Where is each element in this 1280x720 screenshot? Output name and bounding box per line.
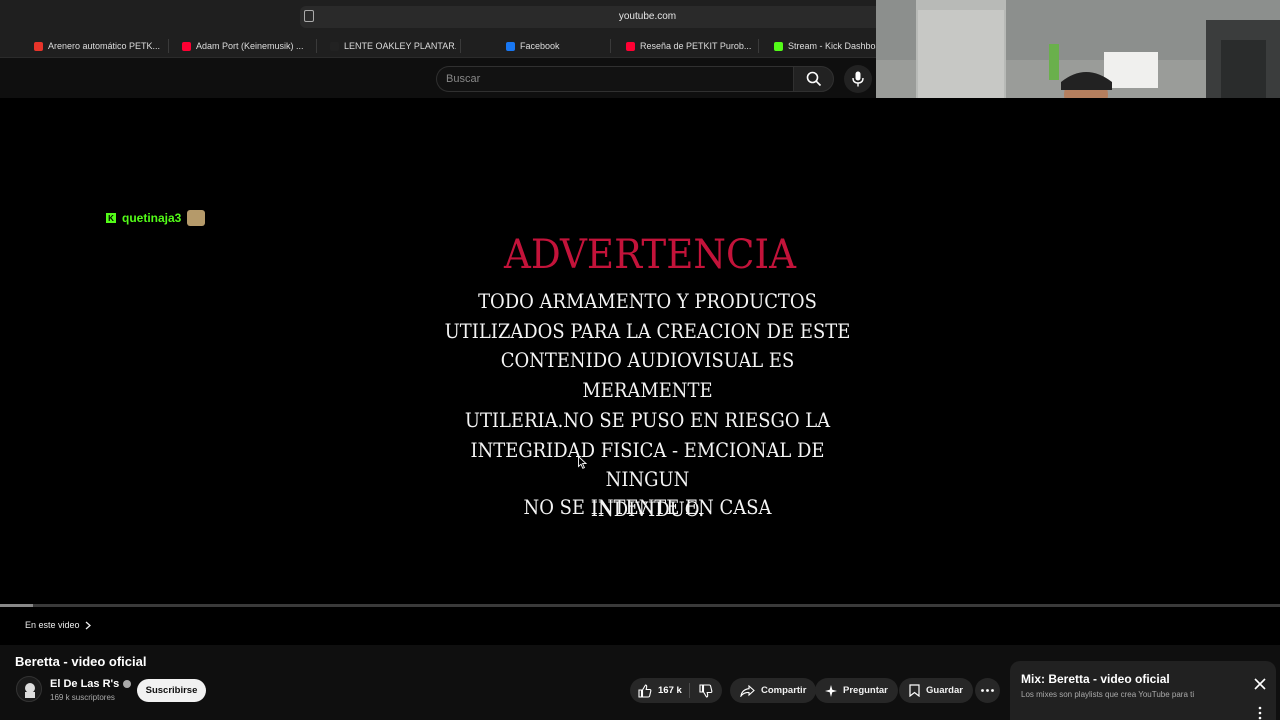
channel-name: El De Las R's bbox=[50, 678, 120, 690]
more-vertical-icon[interactable] bbox=[1256, 706, 1264, 720]
share-label: Compartir bbox=[761, 685, 807, 696]
bookmark-label: Adam Port (Keinemusik) ... bbox=[196, 41, 304, 51]
favicon-icon bbox=[506, 41, 515, 51]
bookmark-item[interactable]: LENTE OAKLEY PLANTAR... bbox=[330, 34, 456, 58]
search-icon bbox=[806, 71, 822, 87]
progress-bar-fill bbox=[0, 604, 34, 607]
bookmark-separator bbox=[758, 39, 759, 53]
bookmark-label: LENTE OAKLEY PLANTAR... bbox=[344, 41, 456, 51]
bookmark-label: Reseña de PETKIT Purob... bbox=[640, 41, 752, 51]
mix-title[interactable]: Mix: Beretta - video oficial bbox=[1021, 672, 1170, 686]
favicon-icon bbox=[34, 41, 43, 51]
thumbs-up-icon bbox=[638, 683, 652, 698]
bookmark-item[interactable]: Arenero automático PETK... bbox=[34, 34, 160, 58]
kick-logo-icon: K bbox=[106, 213, 116, 223]
warning-line: TODO ARMAMENTO Y PRODUCTOS bbox=[478, 290, 817, 313]
chapters-label: En este video bbox=[25, 620, 80, 630]
subscribe-button[interactable]: Suscribirse bbox=[137, 679, 206, 702]
video-title: Beretta - video oficial bbox=[15, 654, 147, 669]
ask-button[interactable]: Preguntar bbox=[815, 678, 898, 703]
more-horizontal-icon bbox=[981, 689, 994, 692]
bookmark-separator bbox=[610, 39, 611, 53]
channel-name-link[interactable]: El De Las R's bbox=[50, 678, 132, 690]
bookmark-separator bbox=[168, 39, 169, 53]
mouse-cursor-icon bbox=[578, 456, 587, 469]
bookmark-item[interactable]: Adam Port (Keinemusik) ... bbox=[182, 34, 304, 58]
verified-icon bbox=[123, 680, 132, 688]
bookmark-item[interactable]: Stream - Kick Dashboard bbox=[774, 34, 878, 58]
search-placeholder: Buscar bbox=[446, 73, 481, 85]
close-icon[interactable] bbox=[1252, 676, 1268, 692]
bookmark-label: Stream - Kick Dashboard bbox=[788, 41, 878, 51]
favicon-icon bbox=[330, 41, 339, 51]
warning-line: UTILERIA.NO SE PUSO EN RIESGO LA bbox=[464, 408, 831, 432]
bookmark-item[interactable]: Reseña de PETKIT Purob... bbox=[626, 34, 752, 58]
chapters-button[interactable]: En este video bbox=[25, 620, 91, 630]
bookmark-label: Facebook bbox=[520, 41, 560, 51]
progress-bar[interactable] bbox=[0, 604, 1280, 607]
bookmark-item[interactable]: Facebook bbox=[506, 34, 566, 58]
subscriber-count: 169 k suscriptores bbox=[50, 693, 115, 702]
channel-logo-icon bbox=[25, 683, 35, 698]
warning-text: TODO ARMAMENTO Y PRODUCTOS UTILIZADOS PA… bbox=[438, 287, 857, 525]
chat-username: quetinaja3 bbox=[122, 211, 182, 225]
share-button[interactable]: Compartir bbox=[730, 678, 817, 703]
like-button[interactable]: 167 k bbox=[630, 678, 688, 703]
chat-message: K quetinaja3 bbox=[106, 210, 206, 226]
address-text[interactable]: youtube.com bbox=[600, 11, 695, 22]
search-input[interactable] bbox=[436, 66, 794, 92]
favicon-icon bbox=[182, 41, 191, 51]
chat-emote-icon bbox=[187, 210, 206, 226]
site-settings-icon[interactable] bbox=[304, 10, 314, 22]
search-button[interactable] bbox=[793, 66, 834, 92]
chevron-right-icon bbox=[85, 621, 91, 629]
warning-footer: NO SE INTENTE EN CASA bbox=[523, 496, 772, 519]
warning-title: ADVERTENCIA bbox=[504, 232, 796, 278]
mix-subtitle: Los mixes son playlists que crea YouTube… bbox=[1021, 690, 1195, 699]
save-button[interactable]: Guardar bbox=[899, 678, 973, 703]
more-actions-button[interactable] bbox=[975, 678, 1000, 703]
favicon-icon bbox=[626, 41, 635, 51]
bookmark-icon bbox=[909, 684, 920, 697]
bookmark-separator bbox=[316, 39, 317, 53]
bookmark-label: Arenero automático PETK... bbox=[48, 41, 160, 51]
save-label: Guardar bbox=[926, 685, 963, 696]
warning-line: UTILIZADOS PARA LA CREACION DE ESTE bbox=[444, 319, 851, 343]
like-count: 167 k bbox=[658, 685, 682, 696]
channel-avatar[interactable] bbox=[16, 676, 42, 702]
voice-search-button[interactable] bbox=[844, 65, 872, 93]
microphone-icon bbox=[852, 71, 864, 87]
thumbs-down-icon bbox=[699, 683, 713, 698]
sparkle-icon bbox=[825, 684, 837, 697]
warning-line: INTEGRIDAD FISICA - EMCIONAL DE NINGUN bbox=[470, 438, 825, 492]
dislike-button[interactable] bbox=[690, 678, 722, 703]
warning-line: CONTENIDO AUDIOVISUAL ES MERAMENTE bbox=[500, 349, 795, 403]
favicon-icon bbox=[774, 41, 783, 51]
share-icon bbox=[740, 684, 755, 697]
ask-label: Preguntar bbox=[843, 685, 888, 696]
bookmark-separator bbox=[460, 39, 461, 53]
